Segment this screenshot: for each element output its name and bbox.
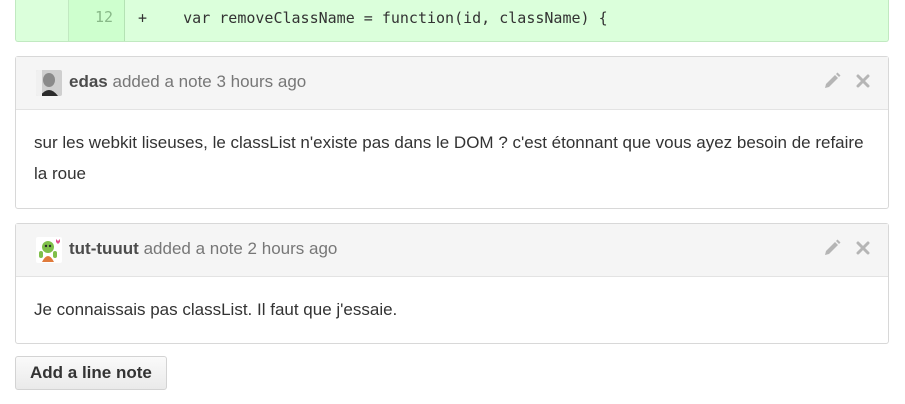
new-line-number[interactable]: 12 — [69, 0, 125, 41]
comment-meta: tut-tuuut added a note 2 hours ago — [69, 239, 337, 259]
line-note-comment: tut-tuuut added a note 2 hours ago Je co… — [15, 223, 889, 344]
old-line-gutter — [16, 0, 69, 41]
comment-actions — [822, 238, 870, 258]
comment-action-text: added a note 3 hours ago — [112, 72, 307, 91]
user-avatar-icon[interactable] — [36, 70, 62, 96]
comment-header: tut-tuuut added a note 2 hours ago — [16, 224, 888, 277]
pencil-icon[interactable] — [822, 71, 842, 91]
comment-actions — [822, 71, 870, 91]
comment-body: Je connaissais pas classList. Il faut qu… — [34, 300, 398, 319]
pencil-icon[interactable] — [822, 238, 842, 258]
diff-code: + var removeClassName = function(id, cla… — [138, 9, 608, 27]
comment-meta: edas added a note 3 hours ago — [69, 72, 306, 92]
line-note-comment: edas added a note 3 hours ago sur les we… — [15, 56, 889, 209]
comment-author-link[interactable]: tut-tuuut — [69, 239, 139, 258]
comment-header: edas added a note 3 hours ago — [16, 57, 888, 110]
add-line-note-button[interactable]: Add a line note — [15, 356, 167, 390]
close-icon[interactable] — [856, 241, 870, 255]
comment-body: sur les webkit liseuses, le classList n'… — [34, 133, 864, 183]
cartoon-avatar-icon[interactable] — [36, 237, 62, 263]
comment-author-link[interactable]: edas — [69, 72, 108, 91]
comment-action-text: added a note 2 hours ago — [143, 239, 338, 258]
diff-added-line: 12 + var removeClassName = function(id, … — [15, 0, 889, 42]
close-icon[interactable] — [856, 74, 870, 88]
